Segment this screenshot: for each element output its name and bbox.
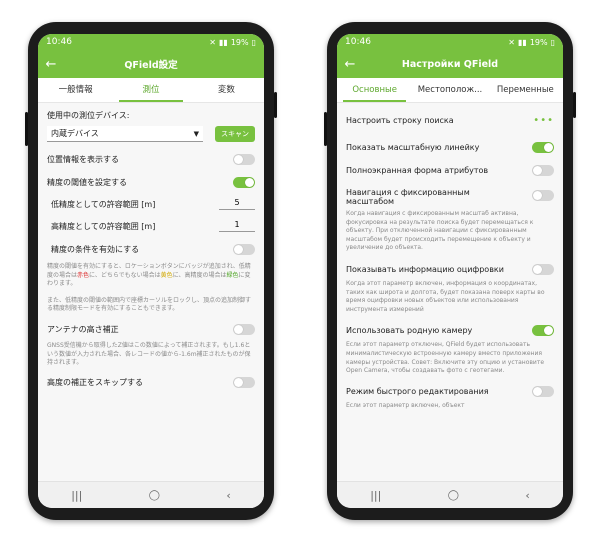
fixed-nav-toggle[interactable] <box>532 190 554 201</box>
home-icon[interactable]: ◯ <box>448 490 459 501</box>
system-nav-bar: ||| ◯ ‹ <box>38 481 264 508</box>
skip-altitude-label: 高度の補正をスキップする <box>47 377 143 387</box>
status-time: 10:46 <box>345 37 371 47</box>
tab-variables[interactable]: Переменные <box>488 78 563 102</box>
power-button <box>573 92 576 118</box>
low-accuracy-input[interactable]: 5 <box>219 198 255 210</box>
device-label: 使用中の測位デバイス: <box>47 111 130 120</box>
low-accuracy-label: 低精度としての許容範囲 [m] <box>51 199 156 209</box>
recent-apps-icon[interactable]: ||| <box>370 489 381 502</box>
mute-icon: ✕ <box>209 37 216 47</box>
battery-percent: 19% <box>230 37 249 47</box>
native-camera-label: Использовать родную камеру <box>346 326 473 336</box>
skip-altitude-toggle[interactable] <box>233 376 255 388</box>
recent-apps-icon[interactable]: ||| <box>71 489 82 502</box>
fixed-nav-label: Навигация с фиксированным масштабом <box>346 188 470 206</box>
device-dropdown[interactable]: 内蔵デバイス ▼ <box>47 126 203 142</box>
app-bar: ← Настройки QField <box>337 50 563 78</box>
show-position-toggle[interactable] <box>233 154 255 165</box>
quick-edit-label: Режим быстрого редактирования <box>346 386 489 396</box>
quick-edit-toggle[interactable] <box>532 385 554 397</box>
settings-content: 使用中の測位デバイス: 内蔵デバイス ▼ スキャン 位置情報を表示する 精度の閾… <box>38 102 264 482</box>
mute-icon: ✕ <box>508 37 515 47</box>
volume-button <box>324 112 327 146</box>
antenna-description: GNSS受信機から取得したZ値はこの数値によって補正されます。もし1.6という数… <box>47 341 251 367</box>
tab-bar: 一般情報 測位 変数 <box>38 78 264 103</box>
back-arrow-icon[interactable]: ← <box>38 57 64 72</box>
home-icon[interactable]: ◯ <box>149 490 160 501</box>
battery-icon: ▯ <box>550 37 555 47</box>
device-value: 内蔵デバイス <box>51 129 99 138</box>
native-camera-description: Если этот параметр отключен, QField буде… <box>346 341 545 375</box>
tab-positioning[interactable]: 測位 <box>113 78 188 102</box>
signal-icon: ▮▮ <box>219 37 228 47</box>
app-bar: ← QField設定 <box>38 50 264 78</box>
accuracy-threshold-toggle[interactable] <box>233 177 255 188</box>
more-dots-icon[interactable]: ••• <box>533 115 554 126</box>
page-title: QField設定 <box>124 60 178 71</box>
signal-icon: ▮▮ <box>518 37 527 47</box>
power-button <box>274 92 277 118</box>
antenna-toggle[interactable] <box>233 323 255 335</box>
native-camera-toggle[interactable] <box>532 325 554 337</box>
accuracy-threshold-label: 精度の閾値を設定する <box>47 178 127 187</box>
dropdown-arrow-icon: ▼ <box>193 129 199 138</box>
tab-general[interactable]: 一般情報 <box>38 78 113 102</box>
status-bar: 10:46 ✕ ▮▮ 19% ▯ <box>337 34 563 50</box>
quick-edit-description: Если этот параметр включен, объект <box>346 401 465 409</box>
status-time: 10:46 <box>46 37 72 47</box>
back-arrow-icon[interactable]: ← <box>337 57 363 72</box>
settings-content: Настроить строку поиска ••• Показать мас… <box>337 102 563 482</box>
enable-conditions-label: 精度の条件を有効にする <box>51 245 140 254</box>
high-accuracy-label: 高精度としての許容範囲 [m] <box>51 221 156 231</box>
tab-positioning[interactable]: Местополож... <box>412 78 487 102</box>
enable-conditions-toggle[interactable] <box>233 244 255 255</box>
battery-percent: 19% <box>529 37 548 47</box>
antenna-label: アンテナの高さ補正 <box>47 324 119 334</box>
search-bar-label[interactable]: Настроить строку поиска <box>346 116 454 125</box>
digitize-info-toggle[interactable] <box>532 263 554 275</box>
back-icon[interactable]: ‹ <box>226 489 230 502</box>
volume-button <box>25 112 28 146</box>
high-accuracy-input[interactable]: 1 <box>219 220 255 232</box>
fixed-nav-description: Когда навигация с фиксированным масштаб … <box>346 210 534 252</box>
accuracy-mode-description: また、低精度の閾値の範囲内で座標カーソルをロックし、頂点の追加制御する精度制限モ… <box>47 296 252 313</box>
scale-bar-toggle[interactable] <box>532 142 554 153</box>
tab-variables[interactable]: 変数 <box>189 78 264 102</box>
battery-icon: ▯ <box>251 37 256 47</box>
page-title: Настройки QField <box>401 58 499 70</box>
tab-bar: Основные Местополож... Переменные <box>337 78 563 103</box>
system-nav-bar: ||| ◯ ‹ <box>337 481 563 508</box>
show-position-label: 位置情報を表示する <box>47 155 119 164</box>
scale-bar-label: Показать масштабную линейку <box>346 143 480 152</box>
status-bar: 10:46 ✕ ▮▮ 19% ▯ <box>38 34 264 50</box>
scan-button[interactable]: スキャン <box>215 126 255 142</box>
digitize-info-label: Показывать информацию оцифровки <box>346 264 504 274</box>
fullscreen-form-label: Полноэкранная форма атрибутов <box>346 166 489 175</box>
digitize-info-description: Когда этот параметр включен, информация … <box>346 279 545 313</box>
fullscreen-form-toggle[interactable] <box>532 165 554 176</box>
phone-left: 10:46 ✕ ▮▮ 19% ▯ ← QField設定 一般情報 測位 変数 使… <box>25 22 277 520</box>
tab-general[interactable]: Основные <box>337 78 412 102</box>
screen-right: 10:46 ✕ ▮▮ 19% ▯ ← Настройки QField Осно… <box>337 34 563 508</box>
accuracy-description: 精度の閾値を有効にすると、ロケーションボタンにバッジが追加され、低精度の場合は赤… <box>47 263 251 288</box>
back-icon[interactable]: ‹ <box>525 489 529 502</box>
phone-right: 10:46 ✕ ▮▮ 19% ▯ ← Настройки QField Осно… <box>324 22 576 520</box>
screen-left: 10:46 ✕ ▮▮ 19% ▯ ← QField設定 一般情報 測位 変数 使… <box>38 34 264 508</box>
